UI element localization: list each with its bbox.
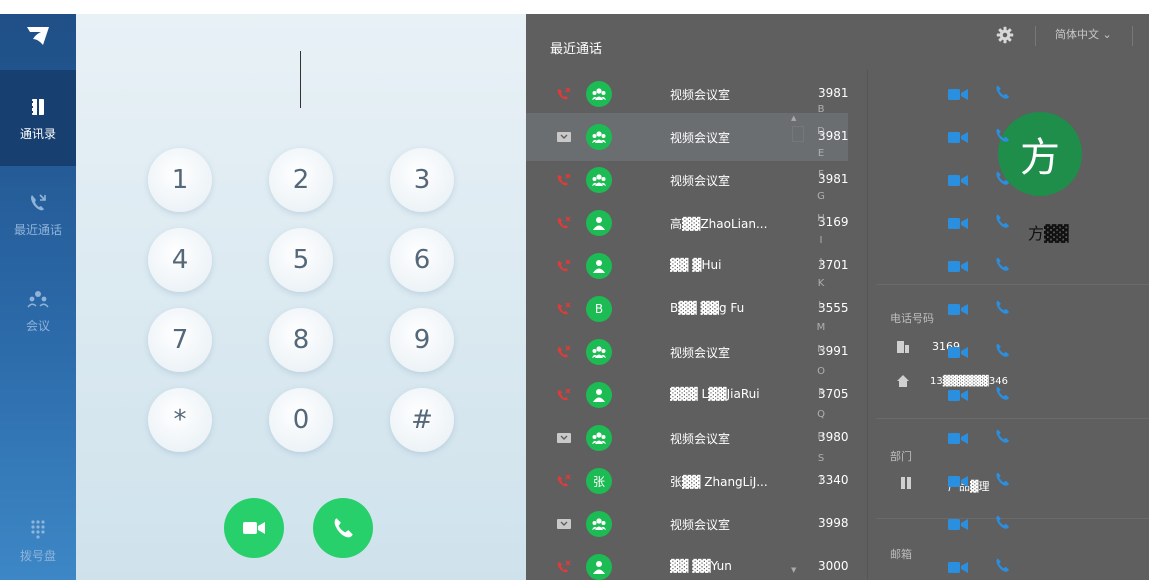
- sidebar-item-recent-calls[interactable]: 最近通话: [0, 166, 76, 262]
- phone-icon[interactable]: [994, 342, 1012, 360]
- header-divider: [1035, 26, 1036, 46]
- sidebar-item-label: 最近通话: [13, 222, 62, 237]
- video-camera-icon[interactable]: [948, 260, 968, 273]
- phone-icon[interactable]: [994, 170, 1012, 188]
- dial-key-8[interactable]: 8: [269, 308, 333, 372]
- video-camera-icon[interactable]: [948, 88, 968, 101]
- dial-key-7[interactable]: 7: [148, 308, 212, 372]
- sidebar-item-label: 会议: [25, 318, 50, 333]
- call-action-row: [526, 328, 1149, 376]
- dialer-panel: 1 2 3 4 5 6 7 8 9 * 0 #: [76, 14, 526, 580]
- video-camera-icon[interactable]: [948, 389, 968, 402]
- language-select[interactable]: 简体中文 ⌄: [1055, 26, 1112, 42]
- call-action-row: [526, 414, 1149, 462]
- header-divider: [1132, 26, 1133, 46]
- sidebar-item-dialpad[interactable]: 拨号盘: [0, 500, 76, 580]
- call-action-row: [526, 543, 1149, 580]
- video-camera-icon: [243, 522, 265, 534]
- call-action-row: [526, 457, 1149, 505]
- audio-call-button[interactable]: [313, 498, 373, 558]
- dial-key-2[interactable]: 2: [269, 148, 333, 212]
- meeting-icon: [27, 290, 49, 307]
- sidebar-item-meeting[interactable]: 会议: [0, 262, 76, 358]
- call-action-row: [526, 500, 1149, 548]
- video-camera-icon[interactable]: [948, 346, 968, 359]
- recent-calls-panel: 最近通话 简体中文 ⌄ 视频会议室 3981 视频会议室 3981 视频会议室 3981 高…: [526, 14, 1149, 580]
- phone-icon[interactable]: [994, 127, 1012, 145]
- call-actions: [526, 70, 1149, 580]
- phone-icon: [334, 518, 353, 538]
- video-camera-icon[interactable]: [948, 303, 968, 316]
- sidebar: 通讯录 最近通话 会议 拨号盘: [0, 14, 76, 580]
- phone-icon[interactable]: [994, 428, 1012, 446]
- video-call-button[interactable]: [224, 498, 284, 558]
- call-action-row: [526, 113, 1149, 161]
- video-camera-icon[interactable]: [948, 432, 968, 445]
- phone-icon[interactable]: [994, 514, 1012, 532]
- video-camera-icon[interactable]: [948, 518, 968, 531]
- sidebar-item-label: 拨号盘: [19, 548, 56, 563]
- phone-icon[interactable]: [994, 471, 1012, 489]
- dial-key-6[interactable]: 6: [390, 228, 454, 292]
- dialpad-icon: [31, 519, 45, 539]
- dial-key-1[interactable]: 1: [148, 148, 212, 212]
- dial-key-4[interactable]: 4: [148, 228, 212, 292]
- video-camera-icon[interactable]: [948, 174, 968, 187]
- contacts-icon: [30, 98, 44, 115]
- phone-icon[interactable]: [994, 213, 1012, 231]
- video-camera-icon[interactable]: [948, 475, 968, 488]
- page-title: 最近通话: [550, 42, 603, 57]
- video-camera-icon[interactable]: [948, 131, 968, 144]
- app-logo-icon: [27, 27, 49, 45]
- call-action-row: [526, 285, 1149, 333]
- recent-calls-icon: [31, 193, 46, 210]
- dial-key-9[interactable]: 9: [390, 308, 454, 372]
- dial-key-5[interactable]: 5: [269, 228, 333, 292]
- phone-icon[interactable]: [994, 299, 1012, 317]
- phone-icon[interactable]: [994, 557, 1012, 575]
- phone-icon[interactable]: [994, 256, 1012, 274]
- dial-key-0[interactable]: 0: [269, 388, 333, 452]
- phone-icon[interactable]: [994, 385, 1012, 403]
- sidebar-item-label: 通讯录: [19, 126, 56, 141]
- phone-icon[interactable]: [994, 84, 1012, 102]
- dial-key-star[interactable]: *: [148, 388, 212, 452]
- dial-input-cursor[interactable]: [300, 51, 301, 108]
- dial-key-3[interactable]: 3: [390, 148, 454, 212]
- call-action-row: [526, 156, 1149, 204]
- video-camera-icon[interactable]: [948, 217, 968, 230]
- dial-key-hash[interactable]: #: [390, 388, 454, 452]
- call-action-row: [526, 70, 1149, 118]
- gear-icon[interactable]: [996, 26, 1014, 44]
- call-action-row: [526, 242, 1149, 290]
- call-action-row: [526, 199, 1149, 247]
- video-camera-icon[interactable]: [948, 561, 968, 574]
- sidebar-item-contacts[interactable]: 通讯录: [0, 70, 76, 166]
- panel-header: 最近通话 简体中文 ⌄: [526, 14, 1149, 70]
- call-action-row: [526, 371, 1149, 419]
